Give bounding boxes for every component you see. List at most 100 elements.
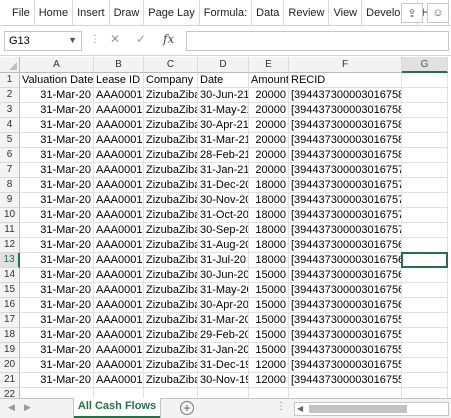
cell-d15[interactable]: 31-May-20 [198,283,249,298]
cell-d17[interactable]: 31-Mar-20 [198,313,249,328]
cell-c4[interactable]: ZizubaZiba [144,118,198,133]
cell-e2[interactable]: 20000 [249,88,289,103]
ribbon-tab-view[interactable]: View [329,0,363,26]
cell-a4[interactable]: 31-Mar-20 [20,118,94,133]
ribbon-tab-draw[interactable]: Draw [110,0,145,26]
cell-g19[interactable] [402,343,448,358]
row-header-21[interactable]: 21 [0,373,20,388]
cell-f12[interactable]: [39443730000301675691] [289,238,402,253]
horizontal-scrollbar[interactable]: ◀ [294,402,449,416]
cell-e12[interactable]: 18000 [249,238,289,253]
row-header-12[interactable]: 12 [0,238,20,253]
cell-a15[interactable]: 31-Mar-20 [20,283,94,298]
cell-a7[interactable]: 31-Mar-20 [20,163,94,178]
scroll-left-icon[interactable]: ◀ [297,404,303,413]
cell-d18[interactable]: 29-Feb-20 [198,328,249,343]
cell-c5[interactable]: ZizubaZiba [144,133,198,148]
cell-f18[interactable]: [39443730000301675571] [289,328,402,343]
chevron-down-icon[interactable]: ▼ [68,35,77,45]
cell-a6[interactable]: 31-Mar-20 [20,148,94,163]
share-icon[interactable]: ⇪ [401,3,423,23]
ribbon-tab-data[interactable]: Data [252,0,285,26]
cell-c1[interactable]: Company [144,73,198,88]
cell-f10[interactable]: [39443730000301675731] [289,208,402,223]
cell-a11[interactable]: 31-Mar-20 [20,223,94,238]
cell-f6[interactable]: [39443730000301675811] [289,148,402,163]
add-sheet-icon[interactable]: + [180,401,194,415]
cell-e16[interactable]: 15000 [249,298,289,313]
cell-e18[interactable]: 15000 [249,328,289,343]
cell-e10[interactable]: 18000 [249,208,289,223]
cell-b1[interactable]: Lease ID [94,73,144,88]
cell-d2[interactable]: 30-Jun-21 [198,88,249,103]
cell-a18[interactable]: 31-Mar-20 [20,328,94,343]
cell-a14[interactable]: 31-Mar-20 [20,268,94,283]
cell-b20[interactable]: AAA00015 [94,358,144,373]
cell-b12[interactable]: AAA00015 [94,238,144,253]
cell-a9[interactable]: 31-Mar-20 [20,193,94,208]
row-header-20[interactable]: 20 [0,358,20,373]
cell-d9[interactable]: 30-Nov-20 [198,193,249,208]
cell-c7[interactable]: ZizubaZiba [144,163,198,178]
row-header-3[interactable]: 3 [0,103,20,118]
cell-d16[interactable]: 30-Apr-20 [198,298,249,313]
cell-f21[interactable]: [39443730000301675511] [289,373,402,388]
cell-a21[interactable]: 31-Mar-20 [20,373,94,388]
cell-a20[interactable]: 31-Mar-20 [20,358,94,373]
cell-f15[interactable]: [39443730000301675631] [289,283,402,298]
cancel-formula-icon[interactable]: ✕ [110,32,120,46]
cell-b18[interactable]: AAA00015 [94,328,144,343]
cell-e14[interactable]: 15000 [249,268,289,283]
cell-e11[interactable]: 18000 [249,223,289,238]
row-header-5[interactable]: 5 [0,133,20,148]
cell-g4[interactable] [402,118,448,133]
column-header-b[interactable]: B [94,57,144,73]
cell-f14[interactable]: [39443730000301675651] [289,268,402,283]
cell-e13[interactable]: 18000 [249,253,289,268]
cell-g7[interactable] [402,163,448,178]
cell-g6[interactable] [402,148,448,163]
cell-b3[interactable]: AAA00015 [94,103,144,118]
cell-f19[interactable]: [39443730000301675551] [289,343,402,358]
cell-e3[interactable]: 20000 [249,103,289,118]
cell-g21[interactable] [402,373,448,388]
cell-e15[interactable]: 15000 [249,283,289,298]
cell-f3[interactable]: [39443730000301675871] [289,103,402,118]
cell-d5[interactable]: 31-Mar-21 [198,133,249,148]
cell-a12[interactable]: 31-Mar-20 [20,238,94,253]
cell-d6[interactable]: 28-Feb-21 [198,148,249,163]
scrollbar-thumb[interactable] [309,405,407,413]
cell-a10[interactable]: 31-Mar-20 [20,208,94,223]
cell-f13[interactable]: [39443730000301675671] [289,253,402,268]
cell-f11[interactable]: [39443730000301675711] [289,223,402,238]
cell-d13[interactable]: 31-Jul-20 [198,253,249,268]
cell-b11[interactable]: AAA00015 [94,223,144,238]
cell-a1[interactable]: Valuation Date [20,73,94,88]
cell-a13[interactable]: 31-Mar-20 [20,253,94,268]
ribbon-tab-home[interactable]: Home [35,0,74,26]
cell-c12[interactable]: ZizubaZiba [144,238,198,253]
row-header-17[interactable]: 17 [0,313,20,328]
prev-sheet-icon[interactable]: ◀ [8,402,15,413]
cell-e1[interactable]: Amount [249,73,289,88]
cell-a5[interactable]: 31-Mar-20 [20,133,94,148]
sheet-tab-all-cash-flows[interactable]: All Cash Flows [74,398,160,418]
cell-b10[interactable]: AAA00015 [94,208,144,223]
cell-g2[interactable] [402,88,448,103]
cell-g15[interactable] [402,283,448,298]
ribbon-tab-review[interactable]: Review [284,0,330,26]
cell-f7[interactable]: [39443730000301675791] [289,163,402,178]
cell-b9[interactable]: AAA00015 [94,193,144,208]
row-header-1[interactable]: 1 [0,73,20,88]
cell-d4[interactable]: 30-Apr-21 [198,118,249,133]
cell-c2[interactable]: ZizubaZiba [144,88,198,103]
cell-a8[interactable]: 31-Mar-20 [20,178,94,193]
cell-c14[interactable]: ZizubaZiba [144,268,198,283]
confirm-formula-icon[interactable]: ✓ [136,32,146,46]
cell-a2[interactable]: 31-Mar-20 [20,88,94,103]
cell-e17[interactable]: 15000 [249,313,289,328]
cell-c10[interactable]: ZizubaZiba [144,208,198,223]
cell-f9[interactable]: [39443730000301675751] [289,193,402,208]
cell-f8[interactable]: [39443730000301675771] [289,178,402,193]
cell-f5[interactable]: [39443730000301675831] [289,133,402,148]
